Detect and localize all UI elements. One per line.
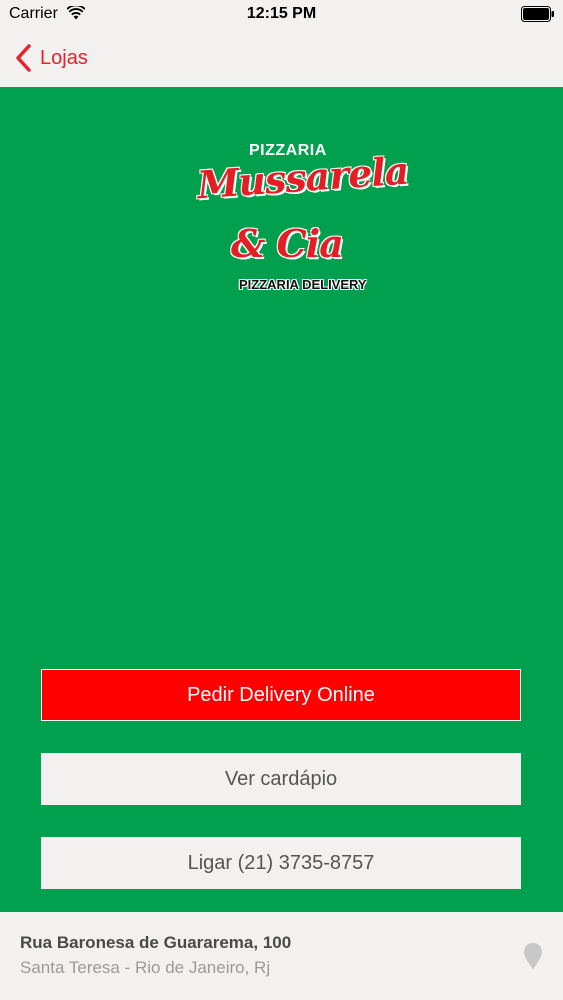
battery-icon [521, 6, 554, 22]
clock-label: 12:15 PM [246, 5, 317, 22]
store-detail-main: PIZZARIA Mussarela & Cia PIZZARIA DELIVE… [0, 87, 563, 912]
navigation-bar: Lojas [0, 30, 563, 87]
logo-amp-text: & Cia [231, 221, 344, 266]
back-button-label: Lojas [40, 46, 88, 69]
address-footer: Rua Baronesa de Guararema, 100 Santa Ter… [0, 912, 563, 1000]
address-street: Rua Baronesa de Guararema, 100 [20, 933, 292, 952]
call-store-button[interactable]: Ligar (21) 3735-8757 [41, 837, 521, 889]
logo-name-text: Mussarela [195, 147, 410, 208]
map-pin-icon[interactable] [523, 942, 543, 970]
chevron-left-icon [16, 44, 31, 72]
store-logo: PIZZARIA Mussarela & Cia PIZZARIA DELIVE… [195, 137, 410, 297]
address-city: Santa Teresa - Rio de Janeiro, Rj [20, 958, 271, 977]
order-delivery-button[interactable]: Pedir Delivery Online [41, 669, 521, 721]
status-bar: Carrier 12:15 PM [0, 0, 563, 30]
view-menu-button[interactable]: Ver cardápio [41, 753, 521, 805]
back-button[interactable]: Lojas [14, 40, 88, 76]
logo-subtitle-text: PIZZARIA DELIVERY [239, 277, 367, 292]
